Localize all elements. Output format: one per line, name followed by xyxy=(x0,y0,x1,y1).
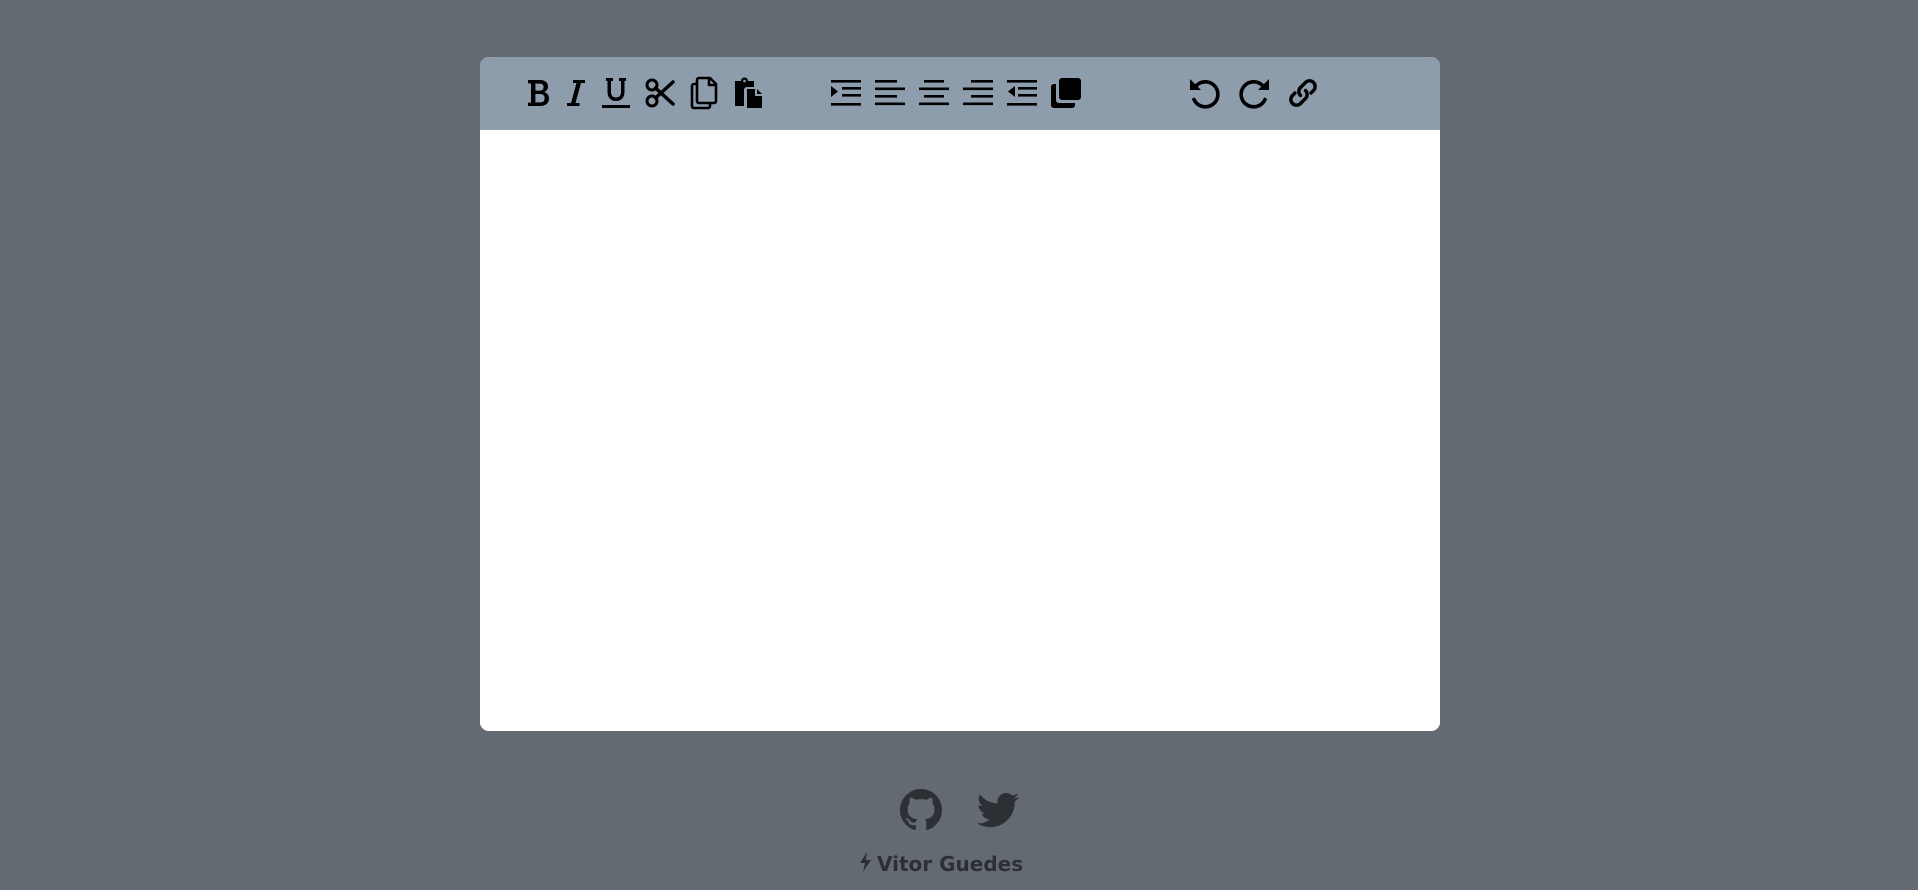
clone-button[interactable] xyxy=(1046,73,1086,113)
cut-button[interactable] xyxy=(640,73,680,113)
outdent-button[interactable] xyxy=(1002,73,1042,113)
bold-icon xyxy=(528,80,549,106)
align-right-icon xyxy=(963,80,993,106)
author-credit: Vitor Guedes xyxy=(859,849,1023,879)
underline-icon xyxy=(602,78,630,108)
italic-button[interactable] xyxy=(556,73,596,113)
redo-button[interactable] xyxy=(1234,73,1274,113)
github-icon xyxy=(900,789,942,830)
outdent-icon xyxy=(1007,80,1037,106)
editor-toolbar xyxy=(480,57,1440,130)
clone-icon xyxy=(1051,78,1081,108)
link-icon xyxy=(1289,79,1317,107)
italic-icon xyxy=(567,80,585,106)
undo-button[interactable] xyxy=(1185,73,1225,113)
text-editor xyxy=(480,57,1440,731)
author-name: Vitor Guedes xyxy=(877,852,1024,876)
indent-icon xyxy=(831,80,861,106)
twitter-icon xyxy=(977,792,1019,828)
github-link[interactable] xyxy=(899,788,943,832)
align-center-button[interactable] xyxy=(914,73,954,113)
twitter-link[interactable] xyxy=(976,788,1020,832)
scissors-icon xyxy=(645,78,675,108)
align-right-button[interactable] xyxy=(958,73,998,113)
align-left-icon xyxy=(875,80,905,106)
undo-icon xyxy=(1190,79,1220,109)
align-center-icon xyxy=(919,80,949,106)
copy-icon xyxy=(690,76,718,110)
align-left-button[interactable] xyxy=(870,73,910,113)
paste-icon xyxy=(735,77,762,108)
link-button[interactable] xyxy=(1283,73,1323,113)
indent-button[interactable] xyxy=(826,73,866,113)
paste-button[interactable] xyxy=(728,73,768,113)
bold-button[interactable] xyxy=(519,73,559,113)
copy-button[interactable] xyxy=(684,73,724,113)
underline-button[interactable] xyxy=(596,73,636,113)
bolt-icon xyxy=(859,851,872,877)
editor-content-area[interactable] xyxy=(480,130,1440,731)
redo-icon xyxy=(1239,79,1269,109)
